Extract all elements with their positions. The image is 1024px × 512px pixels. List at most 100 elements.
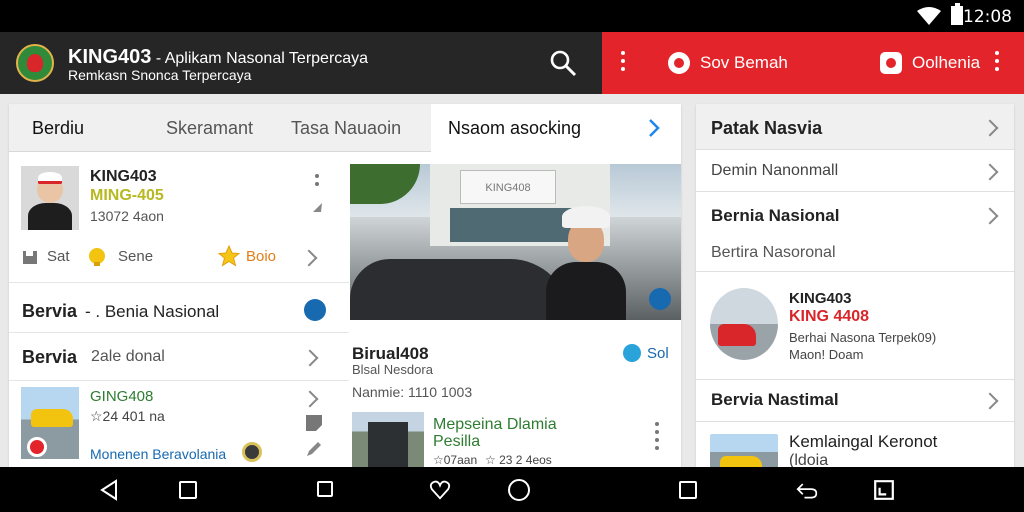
- side-row[interactable]: Bernia Nasional Bertira Nasoronal: [696, 192, 1014, 272]
- row1-title: Bervia: [22, 301, 78, 321]
- app-logo: [16, 44, 54, 82]
- save-icon: [23, 251, 37, 264]
- rating-label[interactable]: Boio: [246, 248, 276, 265]
- back-icon[interactable]: [98, 479, 120, 501]
- play-icon: [880, 52, 902, 74]
- wifi-icon: [917, 7, 941, 25]
- expand-icon[interactable]: [873, 479, 895, 501]
- item-thumbnail[interactable]: [352, 412, 424, 467]
- status-time: 12:08: [963, 7, 1012, 27]
- item-meta: ☆07aan: [433, 453, 478, 467]
- bulb-icon: [89, 248, 105, 266]
- chevron-right-icon[interactable]: [981, 207, 999, 225]
- power-icon: [668, 52, 690, 74]
- app-title: KING403 - Aplikam Nasonal Terpercaya: [68, 46, 368, 69]
- system-nav-bar: [0, 467, 1024, 512]
- tab-skeramant[interactable]: Skeramant: [166, 104, 253, 152]
- chevron-right-icon[interactable]: [647, 117, 661, 139]
- chevron-right-icon[interactable]: [301, 349, 319, 367]
- item-menu-icon[interactable]: [653, 422, 661, 454]
- news-photo[interactable]: KING408: [350, 164, 681, 320]
- side-item-sub: (ldoia: [789, 452, 829, 467]
- item-thumbnail[interactable]: [710, 434, 778, 467]
- side-row[interactable]: Bervia Nastimal: [696, 380, 1014, 422]
- note-icon[interactable]: [305, 414, 323, 432]
- sov-bemah-label: Sov Bemah: [700, 53, 788, 72]
- oolhenia-button[interactable]: Oolhenia: [880, 50, 980, 76]
- item-meta-rating: ☆ 23 2 4eos: [485, 453, 552, 467]
- sov-bemah-button[interactable]: Sov Bemah: [668, 50, 788, 76]
- chevron-right-icon[interactable]: [300, 249, 318, 267]
- person: [546, 206, 626, 320]
- profile-avatar[interactable]: [710, 288, 778, 360]
- storefront-sign: KING408: [460, 170, 556, 204]
- chevron-right-icon[interactable]: [981, 119, 999, 137]
- row1-text: - . Benia Nasional: [85, 302, 220, 321]
- side-row[interactable]: Demin Nanonmall: [696, 150, 1014, 192]
- overview-icon[interactable]: [317, 481, 333, 497]
- pin-icon[interactable]: [305, 200, 325, 220]
- profile-alt-name: MING-405: [90, 187, 164, 204]
- divider: [9, 380, 349, 381]
- side-profile-alt: KING 4408: [789, 308, 870, 325]
- chevron-right-icon[interactable]: [981, 163, 999, 181]
- divider: [9, 282, 349, 283]
- tab-nsaom-asocking[interactable]: Nsaom asocking: [431, 104, 681, 152]
- row2-text: 2ale donal: [91, 348, 165, 365]
- tree: [350, 164, 420, 204]
- tag-icon: [623, 344, 641, 362]
- left-column: KING403 MING-405 13072 4aon Sat Sene Boi…: [9, 152, 349, 467]
- app-title-suffix: - Aplikam Nasonal Terpercaya: [151, 50, 369, 67]
- recents-icon[interactable]: [179, 481, 197, 499]
- side-profile-line1: Berhai Nasona Terpek09): [789, 330, 937, 345]
- item-title: Mepseina Dlamia: [433, 416, 557, 433]
- status-bar: 12:08: [0, 0, 1024, 32]
- app-bar: KING403 - Aplikam Nasonal Terpercaya Rem…: [0, 32, 602, 94]
- profile-menu-icon[interactable]: [313, 174, 321, 190]
- item-title-line2: Pesilla: [433, 433, 481, 450]
- profile-meta: 13072 4aon: [90, 208, 164, 224]
- side-row-label: Demin Nanonmall: [711, 162, 839, 179]
- chevron-right-icon[interactable]: [981, 392, 999, 410]
- item-link[interactable]: Monenen Beravolania: [90, 446, 226, 462]
- car: [350, 259, 570, 320]
- main-card: Berdiu Skeramant Tasa Nauaoin Nsaom asoc…: [9, 104, 681, 467]
- side-profile-row[interactable]: KING403 KING 4408 Berhai Nasona Terpek09…: [696, 272, 1014, 380]
- side-row-header[interactable]: Patak Nasvia: [696, 104, 1014, 150]
- heart-icon[interactable]: [429, 479, 451, 501]
- post-tag[interactable]: Sol: [647, 345, 669, 362]
- side-row-label: Bervia Nastimal: [711, 390, 839, 409]
- more-menu-icon[interactable]: [618, 51, 628, 75]
- tab-tasa-nauaoin[interactable]: Tasa Nauaoin: [291, 104, 401, 152]
- brand-badge-icon: [27, 437, 47, 457]
- divider: [9, 332, 349, 333]
- profile-name: KING403: [90, 168, 157, 185]
- post-subtitle: Blsal Nesdora: [352, 362, 433, 377]
- save-label[interactable]: Sat: [47, 248, 70, 265]
- battery-icon: [951, 3, 963, 25]
- side-profile-name: KING403: [789, 290, 852, 307]
- overflow-menu-icon[interactable]: [992, 51, 1002, 75]
- item-title: GING408: [90, 388, 154, 405]
- side-row-label: Bernia Nasional: [711, 206, 840, 225]
- star-icon: [218, 245, 240, 267]
- undo-icon[interactable]: [796, 479, 818, 501]
- chevron-right-icon[interactable]: [301, 390, 319, 408]
- profile-avatar[interactable]: [21, 166, 79, 230]
- recents-icon[interactable]: [679, 481, 697, 499]
- search-icon[interactable]: [548, 48, 578, 78]
- side-profile-line2: Maon! Doam: [789, 347, 864, 362]
- share-label[interactable]: Sene: [118, 248, 153, 265]
- photo-badge-icon[interactable]: [649, 288, 671, 310]
- tab-berdiu[interactable]: Berdiu: [32, 104, 84, 152]
- side-card: Patak Nasvia Demin Nanonmall Bernia Nasi…: [696, 104, 1014, 467]
- post-meta: Nanmie: 1110 1003: [352, 384, 473, 400]
- side-row-label: Patak Nasvia: [711, 118, 823, 138]
- edit-icon[interactable]: [305, 440, 323, 458]
- side-row-sublabel: Bertira Nasoronal: [711, 244, 836, 261]
- oolhenia-label: Oolhenia: [912, 53, 981, 72]
- red-action-bar: Sov Bemah Oolhenia: [602, 32, 1024, 94]
- app-title-brand: KING403: [68, 46, 152, 68]
- info-badge-icon[interactable]: [304, 299, 326, 321]
- home-icon[interactable]: [508, 479, 530, 501]
